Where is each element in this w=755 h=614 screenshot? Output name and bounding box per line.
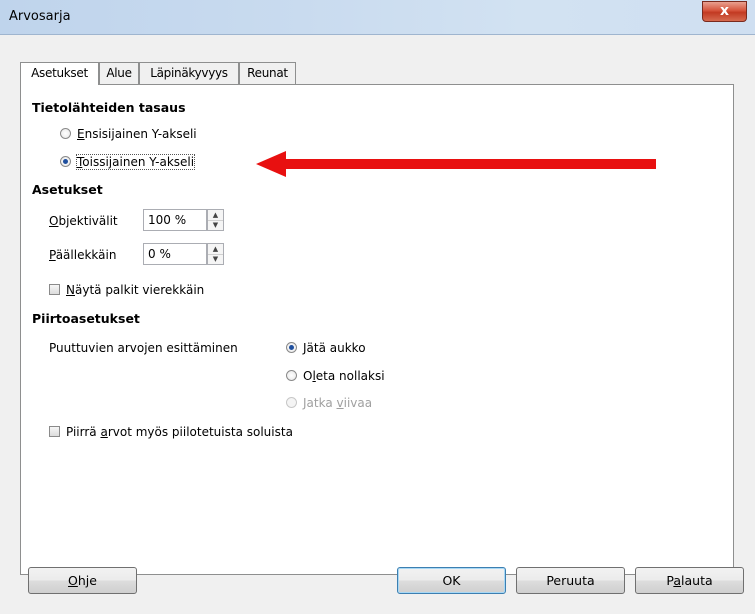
close-icon: x	[719, 3, 730, 19]
checkbox-side-by-side[interactable]: Näytä palkit vierekkäin	[49, 282, 204, 297]
title-bar[interactable]: Arvosarja x	[0, 0, 755, 35]
radio-button[interactable]	[286, 370, 297, 381]
ok-button[interactable]: OK	[397, 567, 506, 594]
radio-button[interactable]	[60, 128, 71, 139]
radio-button-checked[interactable]	[286, 342, 297, 353]
radio-primary-y-axis[interactable]: Ensisijainen Y-akseli	[60, 126, 197, 141]
section-heading-plot: Piirtoasetukset	[32, 311, 140, 326]
radio-leave-gap[interactable]: Jätä aukko	[286, 340, 366, 355]
dialog-window: Arvosarja x Asetukset Alue Läpinäkyvyys …	[0, 0, 755, 614]
missing-values-label: Puuttuvien arvojen esittäminen	[49, 341, 238, 355]
spin-down-icon[interactable]: ▼	[208, 220, 223, 230]
radio-button-checked[interactable]	[60, 156, 71, 167]
help-button[interactable]: Ohje	[28, 567, 137, 594]
radio-secondary-y-axis[interactable]: Toissijainen Y-akseli	[60, 153, 196, 170]
overlap-input[interactable]: 0 %	[143, 243, 207, 265]
annotation-arrow-icon	[256, 151, 656, 177]
spacing-label: Objektivälit	[49, 214, 118, 228]
tab-reunat[interactable]: Reunat	[239, 62, 296, 84]
section-heading-settings: Asetukset	[32, 182, 103, 197]
checkbox[interactable]	[49, 284, 60, 295]
radio-button-disabled[interactable]	[286, 397, 297, 408]
cancel-button[interactable]: Peruuta	[516, 567, 625, 594]
reset-button[interactable]: Palauta	[635, 567, 744, 594]
close-button[interactable]: x	[702, 1, 747, 22]
window-title: Arvosarja	[9, 9, 71, 24]
spacing-spinner[interactable]: ▲ ▼	[207, 209, 224, 231]
checkbox-hidden-cells[interactable]: Piirrä arvot myös piilotetuista soluista	[49, 424, 293, 439]
spacing-input[interactable]: 100 %	[143, 209, 207, 231]
overlap-label: Päällekkäin	[49, 248, 117, 262]
spin-down-icon[interactable]: ▼	[208, 254, 223, 264]
tab-asetukset[interactable]: Asetukset	[20, 62, 99, 85]
section-heading-alignment: Tietolähteiden tasaus	[32, 100, 186, 115]
overlap-spinner[interactable]: ▲ ▼	[207, 243, 224, 265]
tab-alue[interactable]: Alue	[99, 62, 139, 84]
tab-lapinakyvyys[interactable]: Läpinäkyvyys	[139, 62, 239, 84]
radio-assume-zero[interactable]: Oleta nollaksi	[286, 368, 385, 383]
checkbox[interactable]	[49, 426, 60, 437]
radio-continue-line[interactable]: Jatka viivaa	[286, 395, 372, 410]
